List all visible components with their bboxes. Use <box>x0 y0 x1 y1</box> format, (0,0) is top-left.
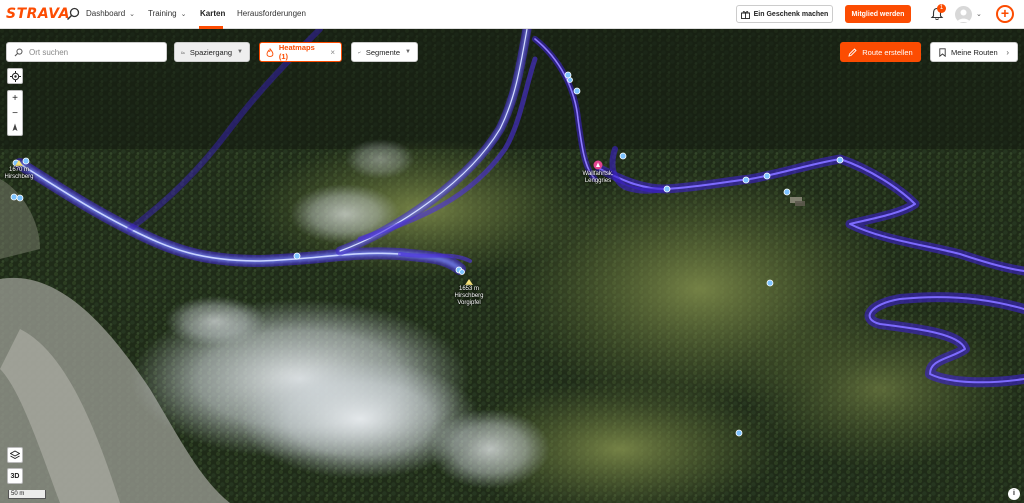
nav-karten-label: Karten <box>200 9 226 18</box>
location-search[interactable] <box>6 42 167 62</box>
gift-button[interactable]: Ein Geschenk machen <box>736 5 833 23</box>
chevron-right-icon: › <box>1006 47 1009 57</box>
segments-filter[interactable]: Segmente ▼ <box>351 42 418 62</box>
flame-icon <box>266 47 274 57</box>
info-icon: i <box>1013 490 1015 497</box>
chevron-down-icon: ▼ <box>237 49 243 55</box>
search-icon[interactable] <box>66 7 80 21</box>
segments-filter-label: Segmente <box>365 47 401 57</box>
nav-training-label: Training <box>148 9 177 18</box>
compass-icon <box>12 123 18 132</box>
chevron-down-icon[interactable]: ⌄ <box>976 10 982 18</box>
nav-dashboard-label: Dashboard <box>86 9 126 18</box>
peak-icon <box>465 279 473 285</box>
chevron-down-icon: ▼ <box>405 49 411 55</box>
zoom-out-button[interactable]: − <box>8 106 22 121</box>
zoom-in-button[interactable]: + <box>8 91 22 106</box>
compass-button[interactable] <box>8 120 22 135</box>
poi-wallfahrt[interactable]: Wallfahrtsk. Lenggries <box>578 160 618 185</box>
chevron-down-icon: ⌄ <box>180 10 187 18</box>
chevron-down-icon: ⌄ <box>129 10 136 18</box>
nav-herausforderungen-label: Herausforderungen <box>237 9 306 18</box>
map-terrain <box>0 29 1024 503</box>
search-icon <box>14 47 23 56</box>
my-routes-button[interactable]: Meine Routen › <box>930 42 1018 62</box>
nav-dashboard[interactable]: Dashboard ⌄ <box>86 9 135 18</box>
sport-type-filter[interactable]: Spaziergang ▼ <box>174 42 250 62</box>
notification-badge: 1 <box>937 4 946 13</box>
poi-hirschberg-vorgipfel[interactable]: 1653 m Hirschberg Vorgipfel <box>446 279 492 307</box>
shoe-icon <box>181 50 185 54</box>
bookmark-icon <box>939 47 946 57</box>
nav-karten[interactable]: Karten <box>200 9 225 18</box>
close-icon[interactable]: × <box>330 48 335 57</box>
nav-training[interactable]: Training ⌄ <box>148 9 186 18</box>
active-tab-indicator <box>199 26 223 29</box>
heatmaps-filter[interactable]: Heatmaps (1) × <box>259 42 342 62</box>
heatmaps-filter-label: Heatmaps (1) <box>278 43 315 61</box>
poi-label: Wallfahrtsk. Lenggries <box>582 171 614 184</box>
location-search-input[interactable] <box>29 47 159 57</box>
peak-icon <box>15 160 23 166</box>
create-route-label: Route erstellen <box>862 47 913 57</box>
satellite-map[interactable]: 1670 m Hirschberg Wallfahrtsk. Lenggries… <box>0 29 1024 503</box>
nav-herausforderungen[interactable]: Herausforderungen <box>237 9 306 18</box>
gift-label: Ein Geschenk machen <box>753 10 829 18</box>
top-navigation-bar: STRAVA Dashboard ⌄ Training ⌄ Karten Her… <box>0 0 1024 29</box>
layers-button[interactable] <box>7 447 23 463</box>
sport-filter-label: Spaziergang <box>189 47 233 57</box>
create-route-button[interactable]: Route erstellen <box>840 42 921 62</box>
my-routes-label: Meine Routen <box>951 47 998 57</box>
member-label: Mitglied werden <box>851 10 905 18</box>
avatar[interactable] <box>955 6 972 23</box>
map-scale: 50 m <box>8 490 46 499</box>
crosshair-icon <box>9 70 21 82</box>
pencil-icon <box>848 47 857 57</box>
segment-icon <box>358 50 361 54</box>
map-info-button[interactable]: i <box>1008 488 1020 500</box>
poi-hirschberg[interactable]: 1670 m Hirschberg <box>2 160 36 181</box>
strava-logo[interactable]: STRAVA <box>6 6 70 22</box>
layers-icon <box>10 450 20 460</box>
poi-label: 1670 m Hirschberg <box>4 167 34 180</box>
3d-label: 3D <box>10 472 20 480</box>
zoom-controls: + − <box>7 90 23 136</box>
scale-label: 50 m <box>11 491 25 497</box>
church-icon <box>593 160 603 170</box>
user-icon <box>957 9 970 22</box>
locate-me-button[interactable] <box>7 68 23 84</box>
gift-icon <box>740 10 750 19</box>
become-member-button[interactable]: Mitglied werden <box>845 5 911 23</box>
3d-toggle-button[interactable]: 3D <box>7 468 23 484</box>
poi-label: 1653 m Hirschberg Vorgipfel <box>454 286 484 306</box>
add-activity-button[interactable]: + <box>996 5 1014 23</box>
